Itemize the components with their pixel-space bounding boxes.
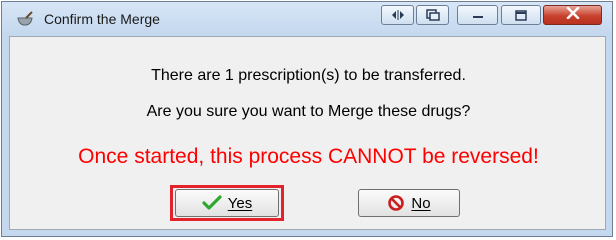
- mortar-pestle-icon: [16, 11, 34, 27]
- restore-arrows-button[interactable]: [381, 5, 414, 25]
- copy-window-icon: [425, 9, 440, 21]
- minimize-icon: [471, 10, 485, 20]
- title-bar[interactable]: Confirm the Merge: [2, 2, 612, 36]
- close-button[interactable]: [543, 5, 602, 25]
- copy-window-button[interactable]: [416, 5, 449, 25]
- checkmark-icon: [202, 195, 222, 211]
- restore-arrows-icon: [390, 9, 406, 21]
- no-button[interactable]: No: [358, 189, 460, 217]
- confirm-question: Are you sure you want to Merge these dru…: [146, 103, 471, 120]
- no-label: No: [411, 194, 431, 212]
- irreversible-warning: Once started, this process CANNOT be rev…: [78, 145, 539, 168]
- transfer-count-message: There are 1 prescription(s) to be transf…: [151, 67, 466, 84]
- maximize-button[interactable]: [501, 5, 541, 25]
- yes-button[interactable]: Yes: [175, 189, 279, 217]
- no-circle-icon: [387, 194, 405, 212]
- yes-label: Yes: [227, 194, 253, 212]
- dialog-body: There are 1 prescription(s) to be transf…: [9, 36, 606, 230]
- close-icon: [566, 6, 580, 24]
- minimize-button[interactable]: [457, 5, 498, 25]
- maximize-icon: [515, 9, 527, 21]
- window-title: Confirm the Merge: [44, 11, 160, 27]
- confirm-merge-dialog: Confirm the Merge There are 1 prescripti…: [1, 1, 613, 237]
